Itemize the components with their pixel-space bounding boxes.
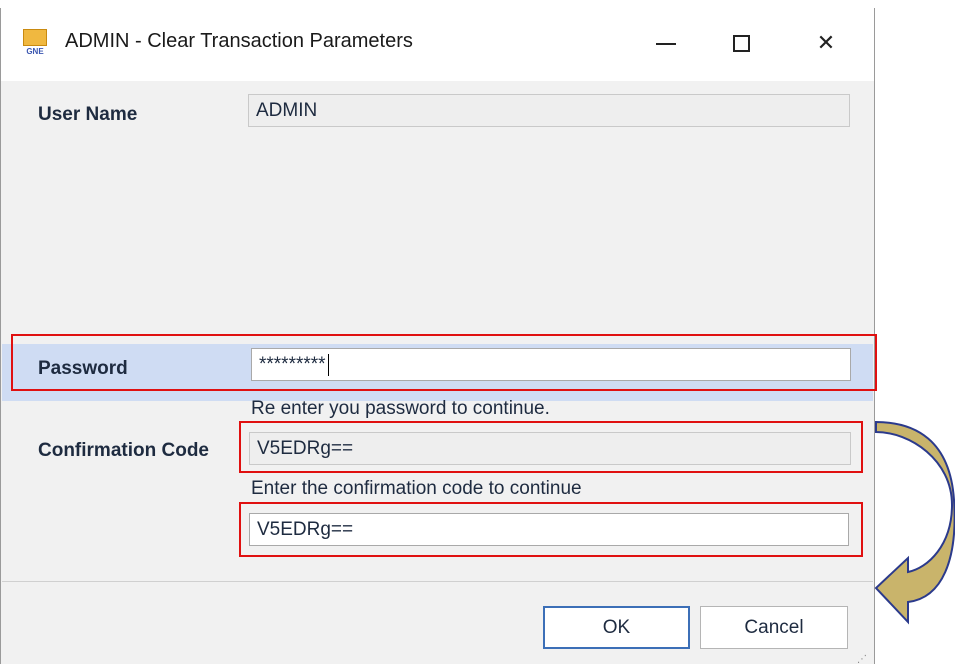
confirmation-input-highlight-box [239, 502, 863, 557]
app-icon-text: GNE [26, 47, 44, 56]
minimize-icon [656, 43, 676, 45]
user-name-field: ADMIN [248, 94, 850, 127]
minimize-button[interactable] [636, 20, 696, 66]
maximize-button[interactable] [711, 20, 771, 66]
close-button[interactable]: ✕ [796, 20, 856, 66]
confirmation-code-label: Confirmation Code [38, 440, 209, 461]
maximize-icon [732, 34, 750, 52]
curved-arrow-icon [874, 420, 955, 625]
dialog-window: GNE ADMIN - Clear Transaction Parameters… [0, 8, 877, 664]
password-hint: Re enter you password to continue. [251, 398, 550, 419]
app-icon: GNE [21, 29, 49, 57]
page: GNE ADMIN - Clear Transaction Parameters… [0, 0, 955, 664]
button-separator [2, 581, 873, 582]
title-bar[interactable]: GNE ADMIN - Clear Transaction Parameters… [1, 8, 874, 81]
cancel-button[interactable]: Cancel [700, 606, 848, 649]
window-title: ADMIN - Clear Transaction Parameters [65, 30, 413, 52]
close-icon: ✕ [816, 30, 836, 55]
arrow-shape [874, 420, 955, 625]
ok-button[interactable]: OK [543, 606, 690, 649]
app-icon-screen [23, 29, 47, 46]
confirmation-hint: Enter the confirmation code to continue [251, 478, 582, 499]
user-name-label: User Name [38, 104, 138, 125]
password-highlight-box [11, 334, 877, 391]
confirmation-code-highlight-box [239, 421, 863, 473]
resize-grip-icon[interactable]: ⋰ [857, 653, 871, 664]
